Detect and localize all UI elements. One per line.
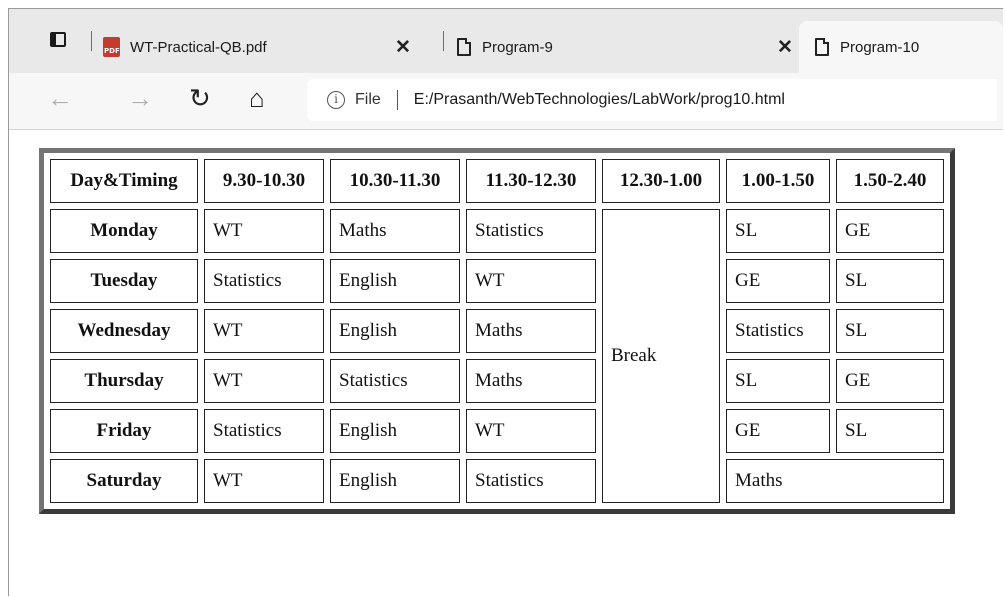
timetable-container: Day&Timing 9.30-10.30 10.30-11.30 11.30-… (39, 148, 955, 514)
tab-separator (443, 31, 444, 51)
day-cell: Saturday (50, 459, 198, 503)
header-cell: 10.30-11.30 (330, 159, 460, 203)
slot-cell: English (330, 459, 460, 503)
header-cell: 1.00-1.50 (726, 159, 830, 203)
slot-cell: WT (466, 409, 596, 453)
table-row: Tuesday Statistics English WT GE SL (50, 259, 944, 303)
slot-cell: GE (726, 409, 830, 453)
slot-cell: GE (726, 259, 830, 303)
slot-cell: SL (836, 409, 944, 453)
address-separator (396, 90, 398, 110)
slot-cell: Statistics (330, 359, 460, 403)
day-cell: Wednesday (50, 309, 198, 353)
tab-separator (91, 31, 92, 51)
tab-strip: WT-Practical-QB.pdf ✕ Program-9 ✕ Progra… (9, 9, 1003, 73)
day-cell: Monday (50, 209, 198, 253)
tab-label: WT-Practical-QB.pdf (130, 38, 267, 56)
header-cell: 9.30-10.30 (204, 159, 324, 203)
slot-cell: WT (204, 459, 324, 503)
address-bar[interactable]: i File E:/Prasanth/WebTechnologies/LabWo… (307, 79, 997, 121)
toolbar: ← → ↻ ⌂ i File E:/Prasanth/WebTechnologi… (9, 73, 1003, 130)
table-row: Thursday WT Statistics Maths SL GE (50, 359, 944, 403)
slot-cell: GE (836, 359, 944, 403)
header-cell: 1.50-2.40 (836, 159, 944, 203)
home-icon[interactable]: ⌂ (249, 85, 265, 111)
header-cell: 11.30-12.30 (466, 159, 596, 203)
info-icon[interactable]: i (327, 91, 345, 109)
page-icon (457, 38, 471, 56)
slot-cell: WT (466, 259, 596, 303)
header-cell: 12.30-1.00 (602, 159, 720, 203)
table-row: Friday Statistics English WT GE SL (50, 409, 944, 453)
break-cell: Break (602, 209, 720, 503)
slot-cell: Maths (466, 359, 596, 403)
day-cell: Thursday (50, 359, 198, 403)
page-icon (815, 38, 829, 56)
back-arrow-icon[interactable]: ← (47, 85, 73, 111)
timetable: Day&Timing 9.30-10.30 10.30-11.30 11.30-… (39, 148, 955, 514)
slot-cell: SL (726, 209, 830, 253)
table-row: Wednesday WT English Maths Statistics SL (50, 309, 944, 353)
tab-label: Program-9 (482, 38, 553, 56)
slot-cell: Maths (726, 459, 944, 503)
file-label: File (355, 91, 381, 108)
page-content: Day&Timing 9.30-10.30 10.30-11.30 11.30-… (9, 130, 1003, 597)
slot-cell: WT (204, 209, 324, 253)
pdf-file-icon (103, 37, 120, 57)
header-row: Day&Timing 9.30-10.30 10.30-11.30 11.30-… (50, 159, 944, 203)
slot-cell: SL (836, 309, 944, 353)
slot-cell: Statistics (466, 459, 596, 503)
tab-actions-icon[interactable] (47, 29, 71, 53)
header-cell: Day&Timing (50, 159, 198, 203)
reload-icon[interactable]: ↻ (189, 85, 211, 111)
tab-wt-practical-pdf[interactable]: WT-Practical-QB.pdf ✕ (103, 21, 423, 73)
slot-cell: WT (204, 309, 324, 353)
slot-cell: English (330, 309, 460, 353)
day-cell: Friday (50, 409, 198, 453)
close-icon[interactable]: ✕ (777, 36, 793, 59)
day-cell: Tuesday (50, 259, 198, 303)
slot-cell: Statistics (204, 259, 324, 303)
slot-cell: Maths (330, 209, 460, 253)
slot-cell: SL (726, 359, 830, 403)
forward-arrow-icon[interactable]: → (127, 85, 153, 111)
slot-cell: WT (204, 359, 324, 403)
table-row: Monday WT Maths Statistics Break SL GE (50, 209, 944, 503)
url-text[interactable]: E:/Prasanth/WebTechnologies/LabWork/prog… (414, 91, 785, 109)
slot-cell: Maths (466, 309, 596, 353)
tab-label: Program-10 (840, 38, 920, 56)
close-icon[interactable]: ✕ (395, 36, 411, 59)
browser-window: WT-Practical-QB.pdf ✕ Program-9 ✕ Progra… (8, 8, 1003, 597)
slot-cell: GE (836, 209, 944, 253)
tab-program-10[interactable]: Program-10 (799, 21, 1003, 73)
slot-cell: Statistics (726, 309, 830, 353)
table-row: Saturday WT English Statistics Maths (50, 459, 944, 503)
slot-cell: Statistics (466, 209, 596, 253)
tab-program-9[interactable]: Program-9 ✕ (457, 21, 793, 73)
slot-cell: Statistics (204, 409, 324, 453)
slot-cell: English (330, 409, 460, 453)
slot-cell: SL (836, 259, 944, 303)
slot-cell: English (330, 259, 460, 303)
